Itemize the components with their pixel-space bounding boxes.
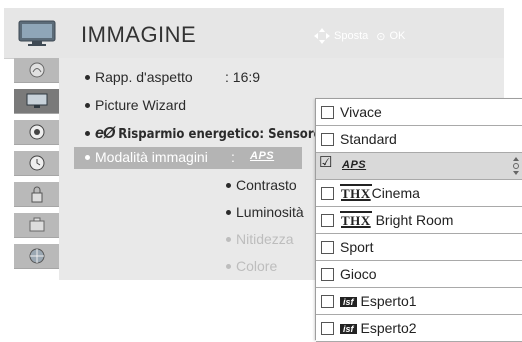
menu-item-aspect-ratio[interactable]: Rapp. d'aspetto [85, 69, 193, 85]
bullet-icon [226, 209, 231, 215]
time-icon [29, 155, 44, 171]
ok-button-icon: ⊙ [376, 30, 386, 43]
picture-mode-value: APS [250, 150, 275, 162]
sidebar-item-audio[interactable] [14, 120, 59, 145]
menu-item-energy-saving[interactable]: eØ Risparmio energetico: Sensore int [85, 125, 344, 143]
bullet-icon [226, 236, 231, 242]
sharpness-label: Nitidezza [236, 231, 294, 247]
brightness-label: Luminosità [236, 204, 304, 220]
checkbox-icon [321, 214, 334, 227]
scroll-indicator-icon [513, 157, 519, 175]
contrast-label: Contrasto [236, 177, 297, 193]
option-label: Gioco [340, 266, 377, 282]
option-label-group: THX Bright Room [340, 211, 454, 228]
eco-icon: eØ [95, 125, 115, 142]
sidebar-item-picture[interactable] [14, 89, 59, 114]
menu-item-contrast[interactable]: Contrasto [226, 177, 297, 193]
checkbox-icon [321, 106, 334, 119]
option-vivace[interactable]: Vivace [316, 99, 522, 126]
option-label: Esperto2 [360, 320, 417, 336]
option-label: Vivace [340, 104, 382, 120]
option-label: APS [342, 159, 367, 171]
picture-mode-colon: : [231, 149, 235, 165]
option-label: Standard [340, 131, 397, 147]
network-icon [29, 248, 44, 264]
picture-wizard-label: Picture Wizard [95, 97, 187, 113]
sidebar-item-setup[interactable] [14, 58, 59, 83]
color-label: Colore [236, 258, 278, 274]
option-sport[interactable]: Sport [316, 234, 522, 261]
option-label: Sport [340, 239, 374, 255]
option-esperto1[interactable]: isf Esperto1 [316, 288, 522, 315]
option-label: Bright Room [375, 212, 454, 228]
checkbox-icon [321, 268, 334, 281]
option-gioco[interactable]: Gioco [316, 261, 522, 288]
option-label-group: THXCinema [340, 184, 420, 201]
options-icon [29, 217, 44, 232]
energy-saving-label: Risparmio energetico: Sensore int [118, 127, 344, 142]
tv-icon [18, 20, 56, 46]
thx-logo: THX [340, 211, 372, 228]
lock-icon [31, 186, 42, 203]
option-label: Esperto1 [360, 293, 417, 309]
checkbox-icon [321, 133, 334, 146]
ok-hint-label: OK [389, 30, 406, 42]
menu-item-sharpness[interactable]: Nitidezza [226, 231, 294, 247]
menu-item-color[interactable]: Colore [226, 258, 277, 274]
picture-mode-row: Modalità immagini [85, 149, 208, 165]
option-thx-bright-room[interactable]: THX Bright Room [316, 207, 522, 234]
option-aps[interactable]: ☑ APS [316, 153, 522, 180]
sidebar-item-lock[interactable] [14, 182, 59, 207]
isf-logo: isf [340, 324, 357, 334]
menu-item-picture-mode[interactable]: Modalità immagini : APS [74, 147, 302, 169]
antenna-icon [29, 62, 44, 78]
checkbox-icon [321, 295, 334, 308]
menu-header: IMMAGINE Sposta ⊙ OK [4, 8, 504, 59]
move-arrows-icon [314, 28, 330, 44]
sidebar-item-options[interactable] [14, 213, 59, 238]
checkbox-icon [321, 187, 334, 200]
bullet-icon [226, 182, 231, 188]
aspect-ratio-label: Rapp. d'aspetto [95, 69, 193, 85]
navigation-hint: Sposta ⊙ OK [314, 28, 405, 44]
option-label-group: isf Esperto2 [340, 320, 417, 336]
bullet-icon [85, 154, 90, 160]
aspect-ratio-value: : 16:9 [225, 69, 261, 85]
move-hint-label: Sposta [334, 30, 369, 42]
bullet-icon [85, 130, 90, 136]
sidebar-item-time[interactable] [14, 151, 59, 176]
bullet-icon [85, 74, 90, 80]
audio-icon [29, 124, 44, 140]
page-title: IMMAGINE [81, 22, 197, 47]
checkbox-icon [321, 241, 334, 254]
thx-logo: THX [340, 184, 372, 201]
picture-mode-label: Modalità immagini [95, 149, 208, 165]
option-thx-cinema[interactable]: THXCinema [316, 180, 522, 207]
sidebar-item-network[interactable] [14, 244, 59, 269]
checkbox-icon [321, 322, 334, 335]
menu-item-brightness[interactable]: Luminosità [226, 204, 304, 220]
option-esperto2[interactable]: isf Esperto2 [316, 315, 522, 342]
option-label: Cinema [371, 185, 420, 201]
picture-mode-dropdown: Vivace Standard ☑ APS THXCinema THX Brig… [315, 98, 522, 342]
option-label-group: isf Esperto1 [340, 293, 417, 309]
menu-item-picture-wizard[interactable]: Picture Wizard [85, 97, 186, 113]
isf-logo: isf [340, 297, 357, 307]
bullet-icon [226, 263, 231, 269]
checked-checkbox-icon: ☑ [319, 154, 333, 171]
bullet-icon [85, 102, 90, 108]
category-sidebar [14, 58, 59, 280]
option-standard[interactable]: Standard [316, 126, 522, 153]
picture-icon [26, 93, 47, 108]
